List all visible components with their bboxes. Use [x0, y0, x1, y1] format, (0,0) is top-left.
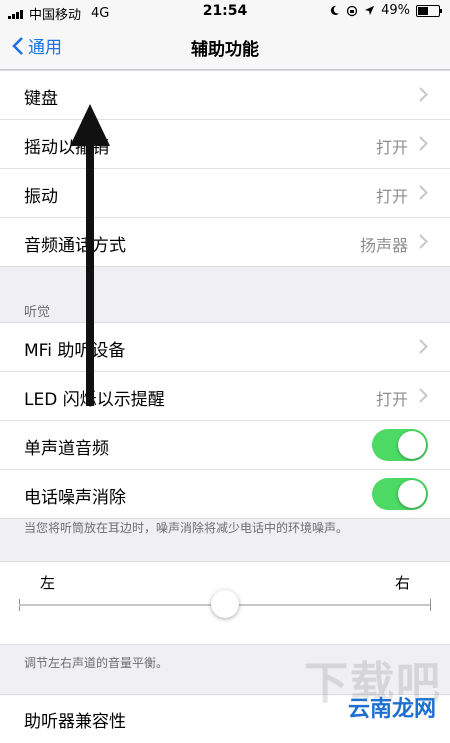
chevron-right-icon — [419, 87, 428, 102]
row-mono-audio: 单声道音频 — [0, 421, 450, 470]
row-label: 电话噪声消除 — [24, 488, 126, 508]
toggle-knob — [398, 480, 426, 508]
page-title: 辅助功能 — [191, 40, 259, 60]
row-keyboard[interactable]: 键盘 — [0, 71, 450, 120]
chevron-right-icon — [419, 136, 428, 151]
row-shake-to-undo[interactable]: 摇动以撤销 打开 — [0, 120, 450, 169]
row-value: 扬声器 — [359, 236, 408, 255]
chevron-right-icon — [419, 185, 428, 200]
row-phone-noise-cancellation: 电话噪声消除 — [0, 470, 450, 518]
moon-icon — [330, 5, 340, 16]
row-label: 音频通话方式 — [24, 236, 126, 256]
balance-slider-knob[interactable] — [211, 590, 239, 618]
navigation-bar: 通用 辅助功能 — [0, 24, 450, 70]
row-label: MFi 助听设备 — [24, 341, 126, 361]
lock-rotation-icon — [346, 5, 358, 16]
toggle-knob — [398, 431, 426, 459]
status-right: 49% — [329, 3, 442, 18]
balance-footer: 调节左右声道的音量平衡。 — [24, 656, 169, 670]
location-icon — [365, 5, 375, 16]
general-settings-group: 键盘 摇动以撤销 打开 振动 打开 音频通话方式 扬声器 — [0, 70, 450, 267]
chevron-right-icon — [419, 339, 428, 354]
slider-right-tick — [430, 599, 431, 611]
row-call-audio-routing[interactable]: 音频通话方式 扬声器 — [0, 218, 450, 266]
row-label: 单声道音频 — [24, 439, 109, 459]
hearing-group: MFi 助听设备 LED 闪烁以示提醒 打开 单声道音频 电话噪声消除 — [0, 322, 450, 519]
row-value: 打开 — [375, 390, 408, 409]
watermark-logo: 云南龙网 — [347, 697, 436, 722]
audio-balance-group: 左 右 — [0, 561, 450, 645]
mono-audio-toggle[interactable] — [372, 429, 428, 461]
row-vibration[interactable]: 振动 打开 — [0, 169, 450, 218]
battery-percent: 49% — [381, 3, 410, 18]
status-bar: 中国移动 4G 21:54 49% — [0, 0, 450, 24]
row-label: 振动 — [24, 187, 58, 207]
chevron-right-icon — [419, 234, 428, 249]
row-value: 打开 — [375, 187, 408, 206]
noise-cancellation-footer: 当您将听筒放在耳边时，噪声消除将减少电话中的环境噪声。 — [24, 521, 349, 535]
chevron-right-icon — [419, 388, 428, 403]
row-led-flash-alerts[interactable]: LED 闪烁以示提醒 打开 — [0, 372, 450, 421]
section-header-hearing: 听觉 — [24, 305, 51, 320]
balance-left-label: 左 — [40, 574, 56, 592]
row-label: 键盘 — [24, 89, 58, 109]
balance-right-label: 右 — [394, 574, 410, 592]
noise-cancellation-toggle[interactable] — [372, 478, 428, 510]
row-label: 摇动以撤销 — [24, 138, 109, 158]
row-value: 打开 — [375, 138, 408, 157]
row-mfi-hearing-devices[interactable]: MFi 助听设备 — [0, 323, 450, 372]
battery-icon — [416, 4, 442, 17]
row-label: LED 闪烁以示提醒 — [24, 390, 165, 410]
row-label: 助听器兼容性 — [24, 712, 126, 732]
